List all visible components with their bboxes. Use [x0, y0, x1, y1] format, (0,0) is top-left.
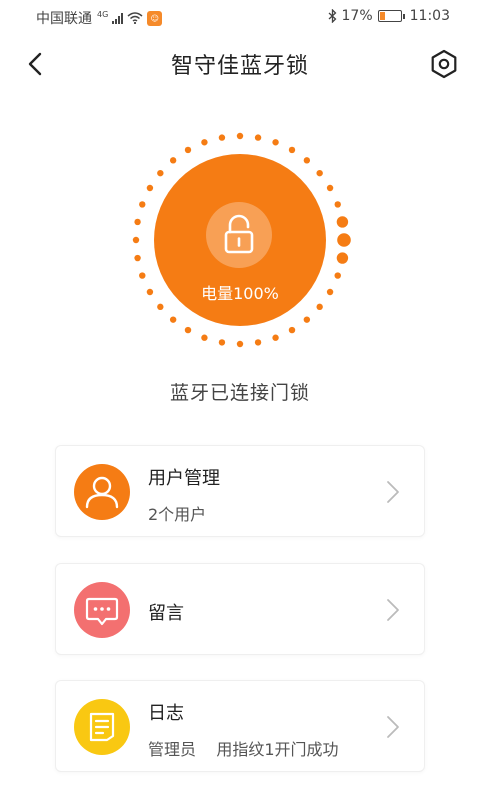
battery-level-label: 电量100%	[201, 284, 279, 303]
battery-percent: 17%	[341, 8, 373, 24]
progress-dot	[316, 169, 323, 177]
message-icon	[74, 582, 130, 638]
progress-dot	[218, 134, 226, 141]
progress-dot	[316, 303, 323, 311]
lock-control[interactable]: 电量100%	[120, 120, 360, 360]
message-card[interactable]: 留言	[55, 563, 425, 655]
progress-dot	[326, 288, 334, 296]
progress-dot	[272, 334, 279, 341]
network-type: 4G	[97, 9, 109, 19]
settings-button[interactable]	[424, 44, 464, 84]
progress-dot	[146, 288, 154, 296]
unlock-button[interactable]: 电量100%	[154, 154, 326, 326]
nav-bar: 智守佳蓝牙锁	[0, 36, 480, 92]
progress-dot	[184, 326, 192, 334]
progress-dot	[169, 157, 177, 164]
progress-dot	[201, 139, 208, 146]
bluetooth-icon	[328, 9, 336, 23]
progress-dot	[236, 132, 244, 140]
progress-dot	[334, 201, 341, 208]
user-icon	[74, 464, 130, 520]
progress-dot	[272, 139, 279, 146]
progress-dot	[326, 184, 334, 192]
wifi-icon	[127, 12, 143, 24]
status-right: 17% 11:03	[328, 8, 450, 24]
log-document-icon	[74, 699, 130, 755]
progress-dot	[139, 272, 146, 279]
chevron-right-icon	[387, 599, 399, 621]
signal-icon	[112, 12, 124, 24]
user-management-card[interactable]: 用户管理 2个用户	[55, 445, 425, 537]
progress-dot	[337, 233, 351, 247]
card-subtitle: 2个用户	[148, 505, 207, 524]
progress-dot	[218, 339, 226, 346]
connection-status: 蓝牙已连接门锁	[169, 382, 310, 404]
carrier-name: 中国联通	[36, 11, 92, 27]
status-left: 中国联通 4G ☺	[36, 8, 163, 28]
hexagon-settings-icon	[431, 49, 457, 79]
progress-dot	[336, 252, 349, 264]
progress-dot	[169, 316, 177, 323]
progress-dot	[288, 326, 296, 334]
progress-dot	[288, 146, 296, 154]
progress-dot	[134, 218, 141, 226]
card-title: 用户管理	[148, 468, 220, 489]
progress-dot	[139, 201, 146, 208]
card-title: 日志	[148, 703, 184, 724]
progress-dot	[146, 184, 154, 192]
unlocked-padlock-icon	[206, 202, 272, 268]
page-title: 智守佳蓝牙锁	[170, 54, 309, 79]
card-subtitle: 管理员 用指纹1开门成功	[148, 740, 339, 759]
progress-dot	[134, 254, 141, 262]
progress-dot	[254, 339, 262, 346]
progress-dot	[157, 169, 164, 177]
progress-dot	[303, 316, 311, 323]
progress-dot	[184, 146, 192, 154]
chevron-right-icon	[387, 716, 399, 738]
progress-dot	[303, 157, 311, 164]
progress-dot	[157, 303, 164, 311]
battery-icon	[377, 10, 405, 22]
progress-dot	[336, 216, 349, 228]
progress-dot	[334, 272, 341, 279]
clock: 11:03	[409, 8, 450, 24]
status-bar: 中国联通 4G ☺ 17% 11:03	[0, 0, 480, 32]
progress-dot	[201, 334, 208, 341]
card-title: 留言	[148, 603, 184, 624]
log-card[interactable]: 日志 管理员 用指纹1开门成功	[55, 680, 425, 772]
progress-dot	[132, 236, 140, 244]
progress-dot	[236, 340, 244, 348]
progress-dot	[254, 134, 262, 141]
chevron-right-icon	[387, 481, 399, 503]
app-notification-icon: ☺	[147, 10, 163, 26]
